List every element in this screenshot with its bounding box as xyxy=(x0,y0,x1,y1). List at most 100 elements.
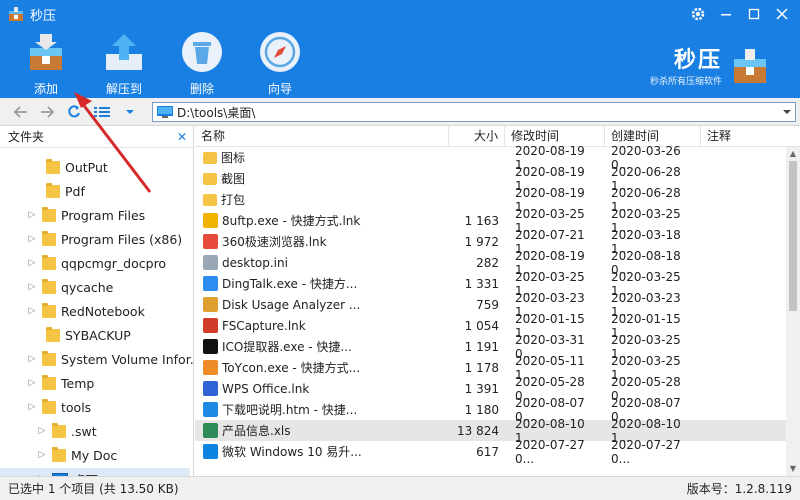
tree-item[interactable]: ▷ Program Files (x86) xyxy=(26,228,182,250)
column-size[interactable]: 大小 xyxy=(449,126,505,147)
add-button[interactable]: 添加 xyxy=(18,30,74,97)
folder-icon xyxy=(203,172,217,185)
expand-chevron-icon[interactable]: ▷ xyxy=(36,450,48,460)
file-name-cell: Disk Usage Analyzer ... xyxy=(195,297,449,312)
settings-gear-icon[interactable] xyxy=(686,2,710,26)
file-list-header: 名称 大小 修改时间 创建时间 注释 xyxy=(195,126,800,147)
file-row[interactable]: 下载吧说明.htm - 快捷... 1 180 2020-08-07 0... 202… xyxy=(195,396,800,424)
tree-item-label: qycache xyxy=(61,279,114,295)
tree-item[interactable]: SYBACKUP xyxy=(30,324,131,346)
delete-button[interactable]: 删除 xyxy=(174,30,230,97)
file-row[interactable]: DingTalk.exe - 快捷方... 1 331 2020-03-25 1..… xyxy=(195,270,800,298)
tree-item-label: Temp xyxy=(61,375,95,391)
column-name[interactable]: 名称 xyxy=(195,126,449,147)
address-bar[interactable]: D:\tools\桌面\ xyxy=(152,102,796,122)
close-icon[interactable] xyxy=(770,2,794,26)
expand-chevron-icon[interactable]: ▷ xyxy=(26,258,38,268)
desktop-icon xyxy=(157,106,173,118)
view-dropdown-chevron-icon[interactable] xyxy=(120,102,140,122)
address-dropdown-icon[interactable] xyxy=(779,103,795,121)
tree-item[interactable]: OutPut xyxy=(30,156,108,178)
scroll-down-icon[interactable]: ▼ xyxy=(786,462,800,476)
file-size: 1 163 xyxy=(464,213,499,228)
tree-item[interactable]: ▷ tools xyxy=(26,396,91,418)
folder-icon xyxy=(52,446,66,462)
extract-icon xyxy=(106,34,142,70)
file-row[interactable]: 图标 2020-08-19 1... 2020-03-26 0... xyxy=(195,144,800,172)
file-row[interactable]: 360极速浏览器.lnk 1 972 2020-07-21 1... 2020-03-… xyxy=(195,228,800,256)
file-row[interactable]: FSCapture.lnk 1 054 2020-01-15 1... 2020-01… xyxy=(195,312,800,340)
expand-chevron-icon[interactable]: ▷ xyxy=(26,306,38,316)
extract-label: 解压到 xyxy=(105,82,142,96)
compass-icon xyxy=(260,32,300,72)
file-name: Disk Usage Analyzer ... xyxy=(222,297,361,312)
tree-item[interactable]: ▷桌面 xyxy=(0,468,190,476)
minimize-icon[interactable] xyxy=(714,2,738,26)
expand-chevron-icon[interactable]: ▷ xyxy=(36,426,48,436)
tree-item[interactable]: ▷ qycache xyxy=(26,276,113,298)
tree-item[interactable]: ▷ System Volume Infor... xyxy=(26,348,194,370)
maximize-icon[interactable] xyxy=(742,2,766,26)
file-row[interactable]: ToYcon.exe - 快捷方式... 1 178 2020-05-11 1...… xyxy=(195,354,800,382)
file-row[interactable]: 微软 Windows 10 易升... 617 2020-07-27 0... 202… xyxy=(195,438,800,466)
tree-item[interactable]: ▷ .swt xyxy=(36,420,97,442)
file-row[interactable]: desktop.ini 282 2020-08-19 1... 2020-08-18 … xyxy=(195,249,800,277)
scroll-up-icon[interactable]: ▲ xyxy=(786,147,800,161)
expand-chevron-icon[interactable]: ▷ xyxy=(26,402,38,412)
file-row[interactable]: Disk Usage Analyzer ... 759 2020-03-23 1..… xyxy=(195,291,800,319)
refresh-icon[interactable] xyxy=(64,102,84,122)
tree-item[interactable]: ▷ Temp xyxy=(26,372,94,394)
expand-chevron-icon[interactable]: ▷ xyxy=(26,354,38,364)
file-row[interactable]: WPS Office.lnk 1 391 2020-05-28 0... 2020-0… xyxy=(195,375,800,403)
brand-box-icon xyxy=(734,48,766,83)
file-row[interactable]: 打包 2020-08-19 1... 2020-06-28 1... xyxy=(195,186,800,214)
tree-item-label: System Volume Infor... xyxy=(61,351,194,367)
file-name: 打包 xyxy=(221,193,246,207)
file-name-cell: DingTalk.exe - 快捷方... xyxy=(195,275,449,292)
file-name-cell: 打包 xyxy=(195,191,449,208)
folder-icon xyxy=(203,193,217,206)
file-row[interactable]: 产品信息.xls 13 824 2020-08-10 1... 2020-08-10 … xyxy=(195,417,800,445)
file-name: 图标 xyxy=(221,151,246,165)
file-size: 1 191 xyxy=(464,339,499,354)
file-size: 617 xyxy=(476,444,499,459)
tree-item-label: .swt xyxy=(71,423,97,439)
file-name: 360极速浏览器.lnk xyxy=(222,235,327,249)
view-list-icon[interactable] xyxy=(92,102,112,122)
file-name: 微软 Windows 10 易升... xyxy=(222,445,362,459)
back-arrow-icon[interactable] xyxy=(10,102,30,122)
extract-button[interactable]: 解压到 xyxy=(96,30,152,97)
folder-icon xyxy=(42,302,56,318)
tree-item[interactable]: ▷ My Doc xyxy=(36,444,117,466)
wizard-button[interactable]: 向导 xyxy=(252,30,308,97)
wps-icon xyxy=(203,381,218,396)
tree-item[interactable]: ▷ qqpcmgr_docpro xyxy=(26,252,166,274)
folder-icon xyxy=(42,278,56,294)
tree-item[interactable]: ▷ Program Files xyxy=(26,204,145,226)
vertical-scrollbar[interactable]: ▲ ▼ xyxy=(786,147,800,476)
tree-item-label: OutPut xyxy=(65,159,108,175)
tree-item[interactable]: Pdf xyxy=(30,180,85,202)
expand-chevron-icon[interactable]: ▷ xyxy=(26,234,38,244)
expand-chevron-icon[interactable]: ▷ xyxy=(26,378,38,388)
tree-close-icon[interactable]: ✕ xyxy=(177,130,187,144)
folder-icon xyxy=(42,398,56,414)
file-size: 282 xyxy=(476,255,499,270)
expand-chevron-icon[interactable]: ▷ xyxy=(26,210,38,220)
file-row[interactable]: ICO提取器.exe - 快捷... 1 191 2020-03-31 0... 20… xyxy=(195,333,800,361)
column-note[interactable]: 注释 xyxy=(701,126,800,147)
file-name: WPS Office.lnk xyxy=(222,381,310,396)
folder-icon xyxy=(42,350,56,366)
capture-icon xyxy=(203,318,218,333)
add-archive-icon xyxy=(30,34,62,70)
forward-arrow-icon[interactable] xyxy=(38,102,58,122)
file-row[interactable]: 截图 2020-08-19 1... 2020-06-28 1... xyxy=(195,165,800,193)
expand-chevron-icon[interactable]: ▷ xyxy=(26,282,38,292)
title-bar: 秒压 xyxy=(0,0,800,28)
scrollbar-thumb[interactable] xyxy=(789,161,797,311)
file-row[interactable]: 8uftp.exe - 快捷方式.lnk 1 163 2020-03-25 1...… xyxy=(195,207,800,235)
file-name-cell: 产品信息.xls xyxy=(195,422,449,439)
ini-file-icon xyxy=(203,255,218,270)
tree-item[interactable]: ▷ RedNotebook xyxy=(26,300,145,322)
folder-icon xyxy=(42,254,56,270)
